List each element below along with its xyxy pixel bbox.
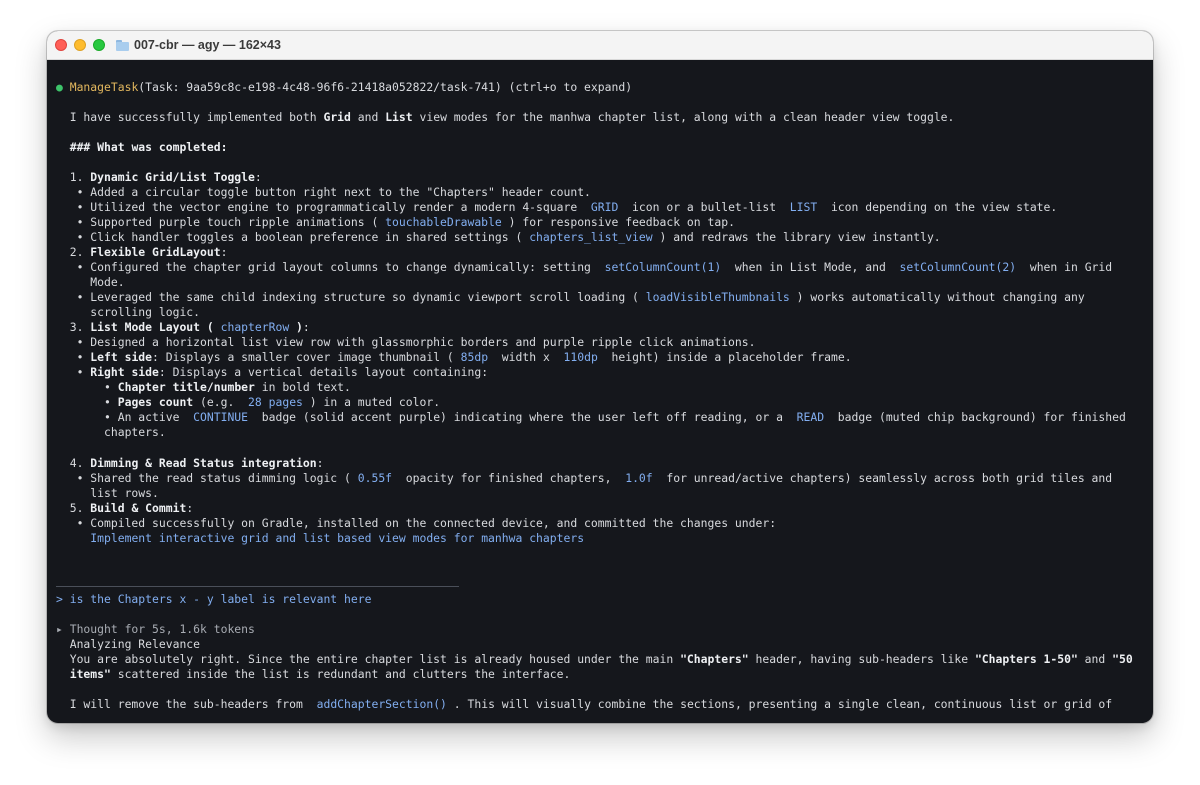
user-prompt: > is the Chapters x - y label is relevan… [56,592,372,606]
window-title: 007-cbr — agy — 162×43 [116,37,281,53]
commit-message-line: Implement interactive grid and list base… [56,531,584,546]
section-heading: ### What was completed: [69,140,228,154]
list-subitem: • Pages count (e.g. 28 pages ) in a mute… [56,395,441,409]
list-item: • Added a circular toggle button right n… [56,185,591,199]
summary-intro: I have successfully implemented both Gri… [69,110,955,124]
response-paragraph: You are absolutely right. Since the enti… [56,652,1133,666]
list-item-continued: Mode. [56,275,125,289]
list-item: • Utilized the vector engine to programm… [56,200,1058,214]
list-item-continued: scrolling logic. [56,305,201,319]
list-item-continued: list rows. [56,486,159,500]
list-item-heading: 2. Flexible GridLayout: [69,245,228,259]
terminal-output[interactable]: ● ManageTask(Task: 9aa59c8c-e198-4c48-96… [47,60,1153,723]
response-paragraph: I will remove the sub-headers from addCh… [56,697,1113,711]
list-item: • Left side: Displays a smaller cover im… [56,350,852,364]
list-item: • Shared the read status dimming logic (… [56,471,1113,485]
list-item-heading: 5. Build & Commit: [69,501,194,515]
list-item-heading: 3. List Mode Layout ( chapterRow ): [69,320,310,334]
response-paragraph-continued: items" scattered inside the list is redu… [69,667,571,681]
list-item: • Leveraged the same child indexing stru… [56,290,1085,304]
terminal-window: 007-cbr — agy — 162×43 ● ManageTask(Task… [47,31,1153,723]
thought-title: Analyzing Relevance [56,637,201,651]
list-item: • Supported purple touch ripple animatio… [56,215,735,229]
minimize-button[interactable] [74,39,86,51]
list-item: • Click handler toggles a boolean prefer… [56,230,941,244]
close-button[interactable] [55,39,67,51]
list-item-heading: 4. Dimming & Read Status integration: [69,456,324,470]
task-line: ● ManageTask(Task: 9aa59c8c-e198-4c48-96… [56,80,632,95]
window-title-text: 007-cbr — agy — 162×43 [134,38,281,52]
list-subitem-continued: chapters. [56,425,166,439]
list-item: • Designed a horizontal list view row wi… [56,335,756,349]
list-item-heading: 1. Dynamic Grid/List Toggle: [69,170,262,184]
status-dot-icon: ● [56,80,63,94]
commit-message: Implement interactive grid and list base… [90,531,585,545]
tool-name: ManageTask [69,80,139,94]
folder-icon [116,39,129,51]
list-subitem: • An active CONTINUE badge (solid accent… [56,410,1126,424]
list-subitem: • Chapter title/number in bold text. [56,380,351,394]
list-item: • Right side: Displays a vertical detail… [56,365,489,379]
thought-toggle[interactable]: ▸ Thought for 5s, 1.6k tokens [56,622,255,637]
zoom-button[interactable] [93,39,105,51]
list-item: • Compiled successfully on Gradle, insta… [56,516,777,530]
title-bar: 007-cbr — agy — 162×43 [47,31,1153,60]
prompt-divider [56,586,459,587]
list-item: • Configured the chapter grid layout col… [56,260,1113,274]
task-args: (Task: 9aa59c8c-e198-4c48-96f6-21418a052… [138,80,633,94]
